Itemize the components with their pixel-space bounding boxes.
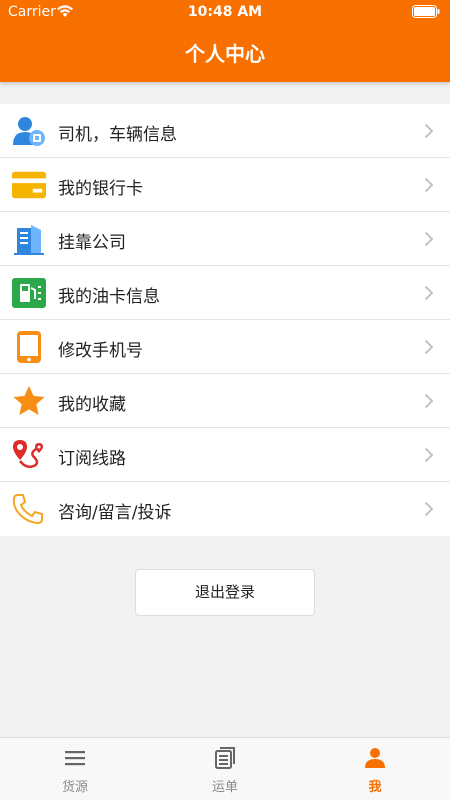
status-bar: Carrier 10:48 AM xyxy=(0,0,450,24)
menu-item-driver-vehicle[interactable]: 司机，车辆信息 xyxy=(0,104,450,158)
orders-icon xyxy=(215,747,235,769)
tab-label: 我 xyxy=(368,780,382,795)
menu-item-change-phone[interactable]: 修改手机号 xyxy=(0,320,450,374)
menu-item-label: 挂靠公司 xyxy=(58,233,126,253)
header: Carrier 10:48 AM 个人中心 xyxy=(0,0,450,82)
chevron-right-icon xyxy=(424,447,434,463)
menu-item-fuel-card[interactable]: 我的油卡信息 xyxy=(0,266,450,320)
chevron-right-icon xyxy=(424,339,434,355)
profile-menu: 司机，车辆信息 我的银行卡 挂靠公司 我的油卡信息 修改手机号 我的收藏 订阅线… xyxy=(0,104,450,536)
menu-item-label: 订阅线路 xyxy=(58,449,126,469)
menu-item-label: 我的油卡信息 xyxy=(58,287,160,307)
tab-bar: 货源 运单 我 xyxy=(0,737,450,800)
logout-button[interactable]: 退出登录 xyxy=(135,569,315,616)
driver-profile-icon xyxy=(12,115,46,147)
menu-item-subscribe-route[interactable]: 订阅线路 xyxy=(0,428,450,482)
page-title: 个人中心 xyxy=(185,42,265,66)
tab-label: 货源 xyxy=(61,780,88,795)
menu-item-feedback[interactable]: 咨询/留言/投诉 xyxy=(0,482,450,536)
battery-icon xyxy=(412,5,440,18)
phone-icon xyxy=(12,493,46,525)
chevron-right-icon xyxy=(424,501,434,517)
tab-cargo[interactable]: 货源 xyxy=(0,738,150,800)
profile-screen: Carrier 10:48 AM 个人中心 司机，车辆信息 我的银行卡 挂靠公司… xyxy=(0,0,450,800)
chevron-right-icon xyxy=(424,231,434,247)
menu-item-favorites[interactable]: 我的收藏 xyxy=(0,374,450,428)
menu-item-bank-card[interactable]: 我的银行卡 xyxy=(0,158,450,212)
menu-item-label: 司机，车辆信息 xyxy=(58,125,177,145)
star-icon xyxy=(12,385,46,417)
bank-card-icon xyxy=(12,169,46,201)
company-building-icon xyxy=(12,223,46,255)
chevron-right-icon xyxy=(424,123,434,139)
menu-item-affiliated-company[interactable]: 挂靠公司 xyxy=(0,212,450,266)
chevron-right-icon xyxy=(424,285,434,301)
fuel-card-icon xyxy=(12,277,46,309)
user-icon xyxy=(365,748,385,768)
menu-item-label: 我的银行卡 xyxy=(58,179,143,199)
chevron-right-icon xyxy=(424,393,434,409)
tab-me[interactable]: 我 xyxy=(300,738,450,800)
tab-waybill[interactable]: 运单 xyxy=(150,738,300,800)
mobile-phone-icon xyxy=(12,331,46,363)
clock: 10:48 AM xyxy=(187,4,263,20)
menu-item-label: 咨询/留言/投诉 xyxy=(58,503,172,523)
menu-item-label: 修改手机号 xyxy=(58,341,143,361)
tab-label: 运单 xyxy=(211,780,238,795)
chevron-right-icon xyxy=(424,177,434,193)
route-icon xyxy=(12,439,46,471)
list-icon xyxy=(65,751,85,766)
menu-item-label: 我的收藏 xyxy=(58,395,126,415)
